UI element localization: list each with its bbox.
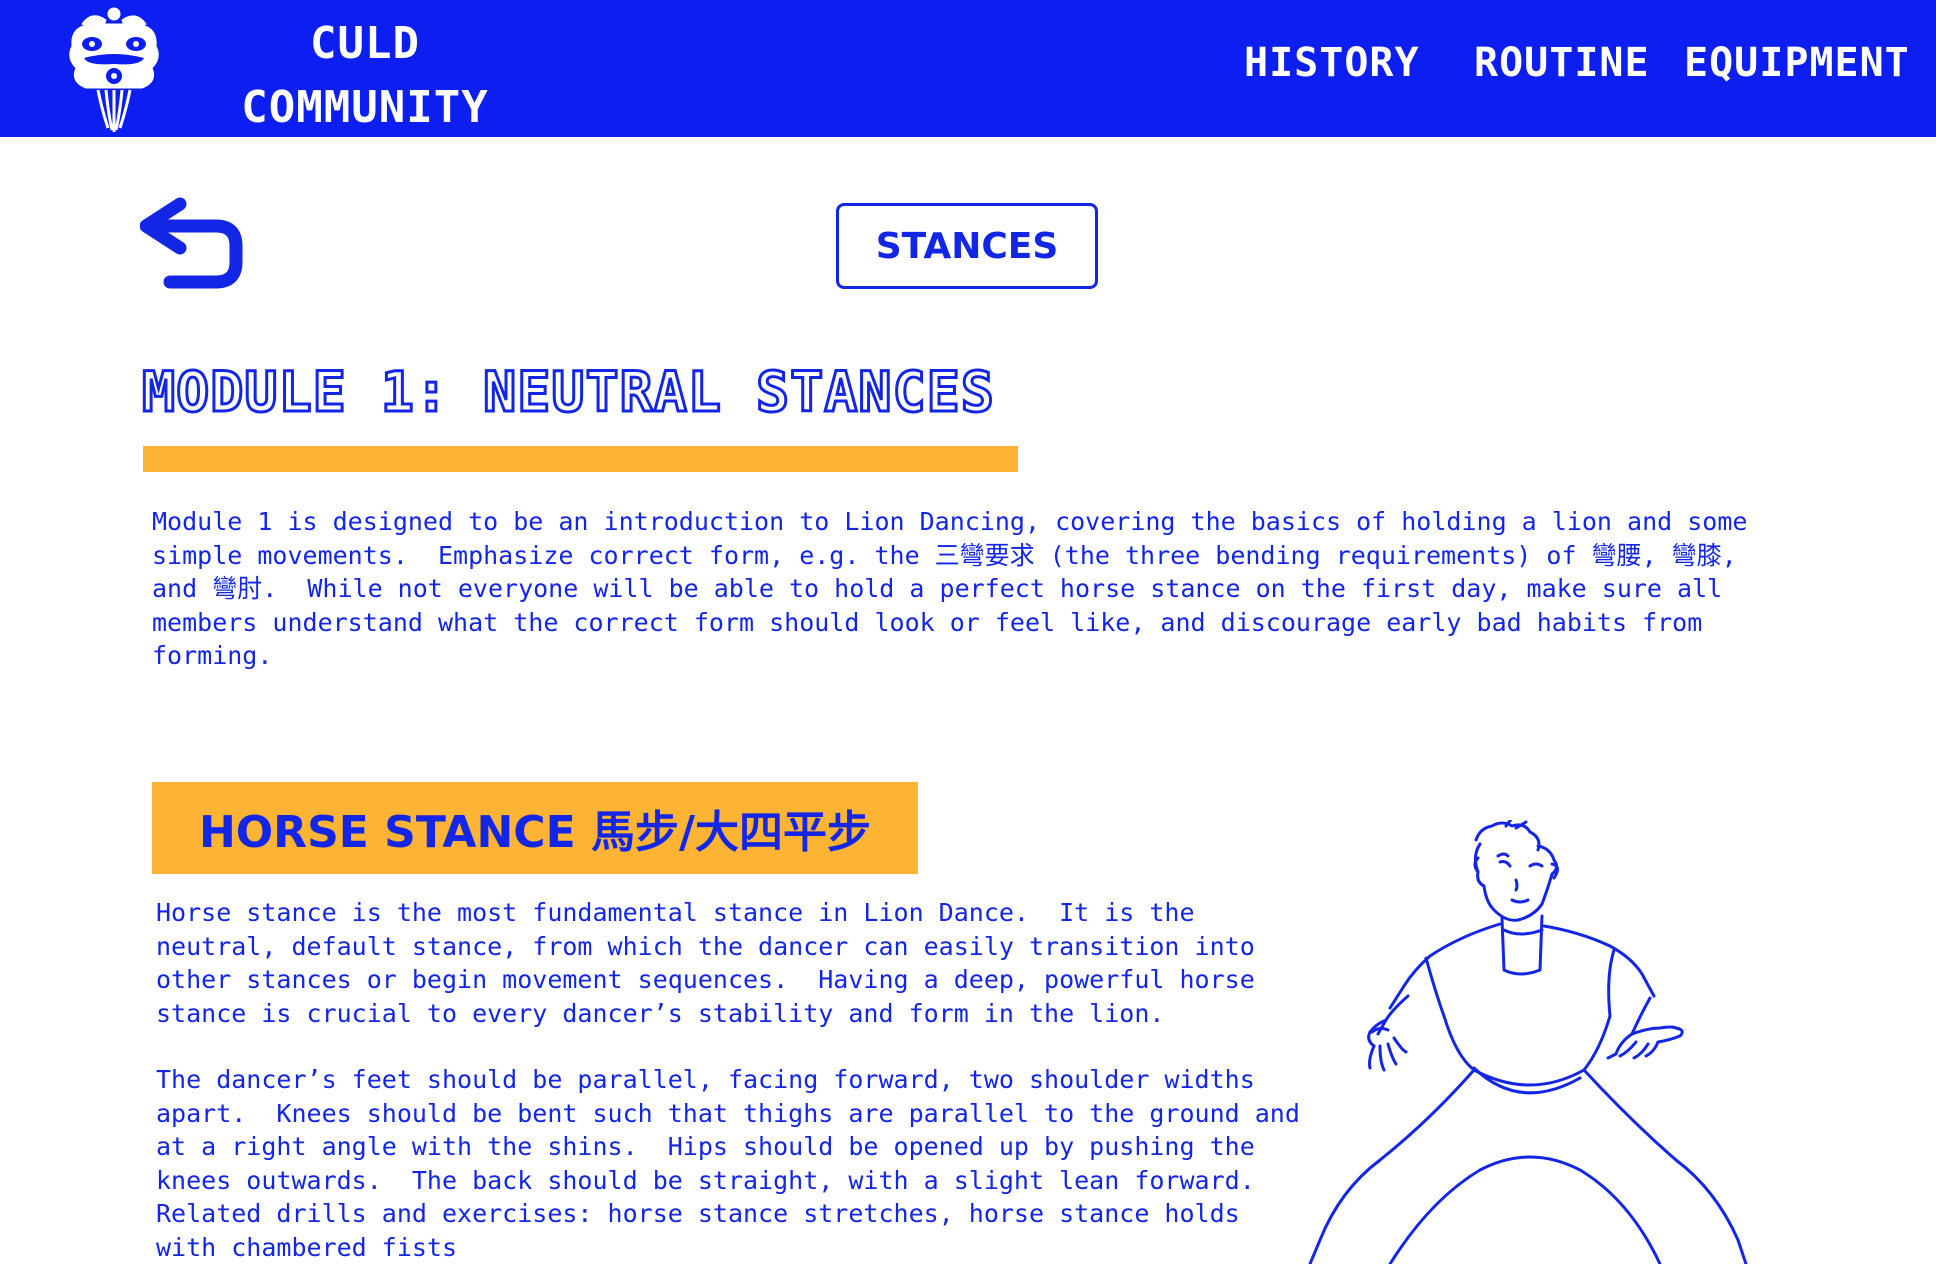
horse-stance-description: Horse stance is the most fundamental sta… [156, 898, 1255, 1028]
module-title-underline [143, 446, 1018, 472]
horse-stance-figure-illustration [1308, 820, 1748, 1264]
brand-title[interactable]: CULD COMMUNITY KNOWLEDGE [180, 12, 550, 204]
horse-stance-heading: HORSE STANCE 馬步/大四平步 [152, 782, 918, 874]
nav-history[interactable]: HISTORY [1244, 40, 1420, 86]
back-arrow-icon[interactable] [140, 196, 246, 290]
module-title: MODULE 1: NEUTRAL STANCES [141, 359, 996, 426]
nav-routine[interactable]: ROUTINE [1474, 40, 1650, 86]
brand-line-2: KNOWLEDGE [241, 146, 489, 197]
nav-equipment[interactable]: EQUIPMENT [1684, 40, 1910, 86]
module-intro-text: Module 1 is designed to be an introducti… [152, 507, 1748, 670]
horse-stance-instructions: The dancer’s feet should be parallel, fa… [156, 1065, 1300, 1262]
lion-head-logo-icon[interactable] [62, 6, 166, 132]
top-nav-bar: CULD COMMUNITY KNOWLEDGE HISTORY ROUTINE… [0, 0, 1936, 197]
section-chip-stances[interactable]: STANCES [836, 203, 1098, 289]
brand-line-1: CULD COMMUNITY [241, 18, 489, 133]
